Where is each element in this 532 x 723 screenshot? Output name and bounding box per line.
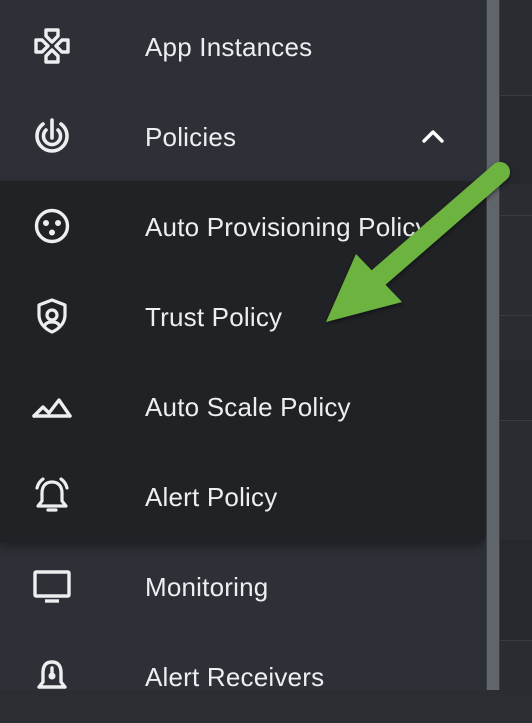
sidebar-item-label: Monitoring	[145, 572, 269, 602]
policies-submenu: Auto Provisioning Policy Trust Policy Au…	[0, 181, 486, 543]
submenu-item-label: Auto Scale Policy	[145, 392, 351, 422]
sidebar: App Instances Policies Auto Provisioning…	[0, 0, 486, 692]
sidebar-item-app-instances[interactable]: App Instances	[0, 1, 486, 91]
shield-icon	[28, 298, 76, 334]
sidebar-item-label: Policies	[145, 122, 237, 152]
submenu-item-label: Trust Policy	[145, 302, 283, 332]
main-content-edge	[500, 0, 532, 690]
alarm-bell-icon	[28, 477, 76, 514]
sidebar-item-policies[interactable]: Policies	[0, 91, 486, 181]
dots-circle-icon	[28, 208, 76, 244]
mountains-icon	[28, 388, 76, 424]
submenu-item-label: Alert Policy	[145, 482, 278, 512]
policies-icon	[28, 118, 76, 154]
chevron-up-icon[interactable]	[418, 121, 448, 151]
sidebar-item-alert-receivers[interactable]: Alert Receivers	[0, 631, 486, 721]
gamepad-icon	[28, 28, 76, 64]
submenu-item-label: Auto Provisioning Policy	[145, 212, 429, 242]
sidebar-item-label: App Instances	[145, 32, 313, 62]
submenu-item-trust-policy[interactable]: Trust Policy	[0, 271, 486, 361]
bell-icon	[28, 658, 76, 694]
sidebar-scrollbar-thumb[interactable]	[487, 0, 499, 690]
submenu-item-auto-scale-policy[interactable]: Auto Scale Policy	[0, 361, 486, 451]
sidebar-item-label: Alert Receivers	[145, 662, 325, 692]
monitor-icon	[28, 568, 76, 604]
submenu-item-auto-provisioning-policy[interactable]: Auto Provisioning Policy	[0, 181, 486, 271]
sidebar-item-monitoring[interactable]: Monitoring	[0, 541, 486, 631]
submenu-item-alert-policy[interactable]: Alert Policy	[0, 451, 486, 541]
